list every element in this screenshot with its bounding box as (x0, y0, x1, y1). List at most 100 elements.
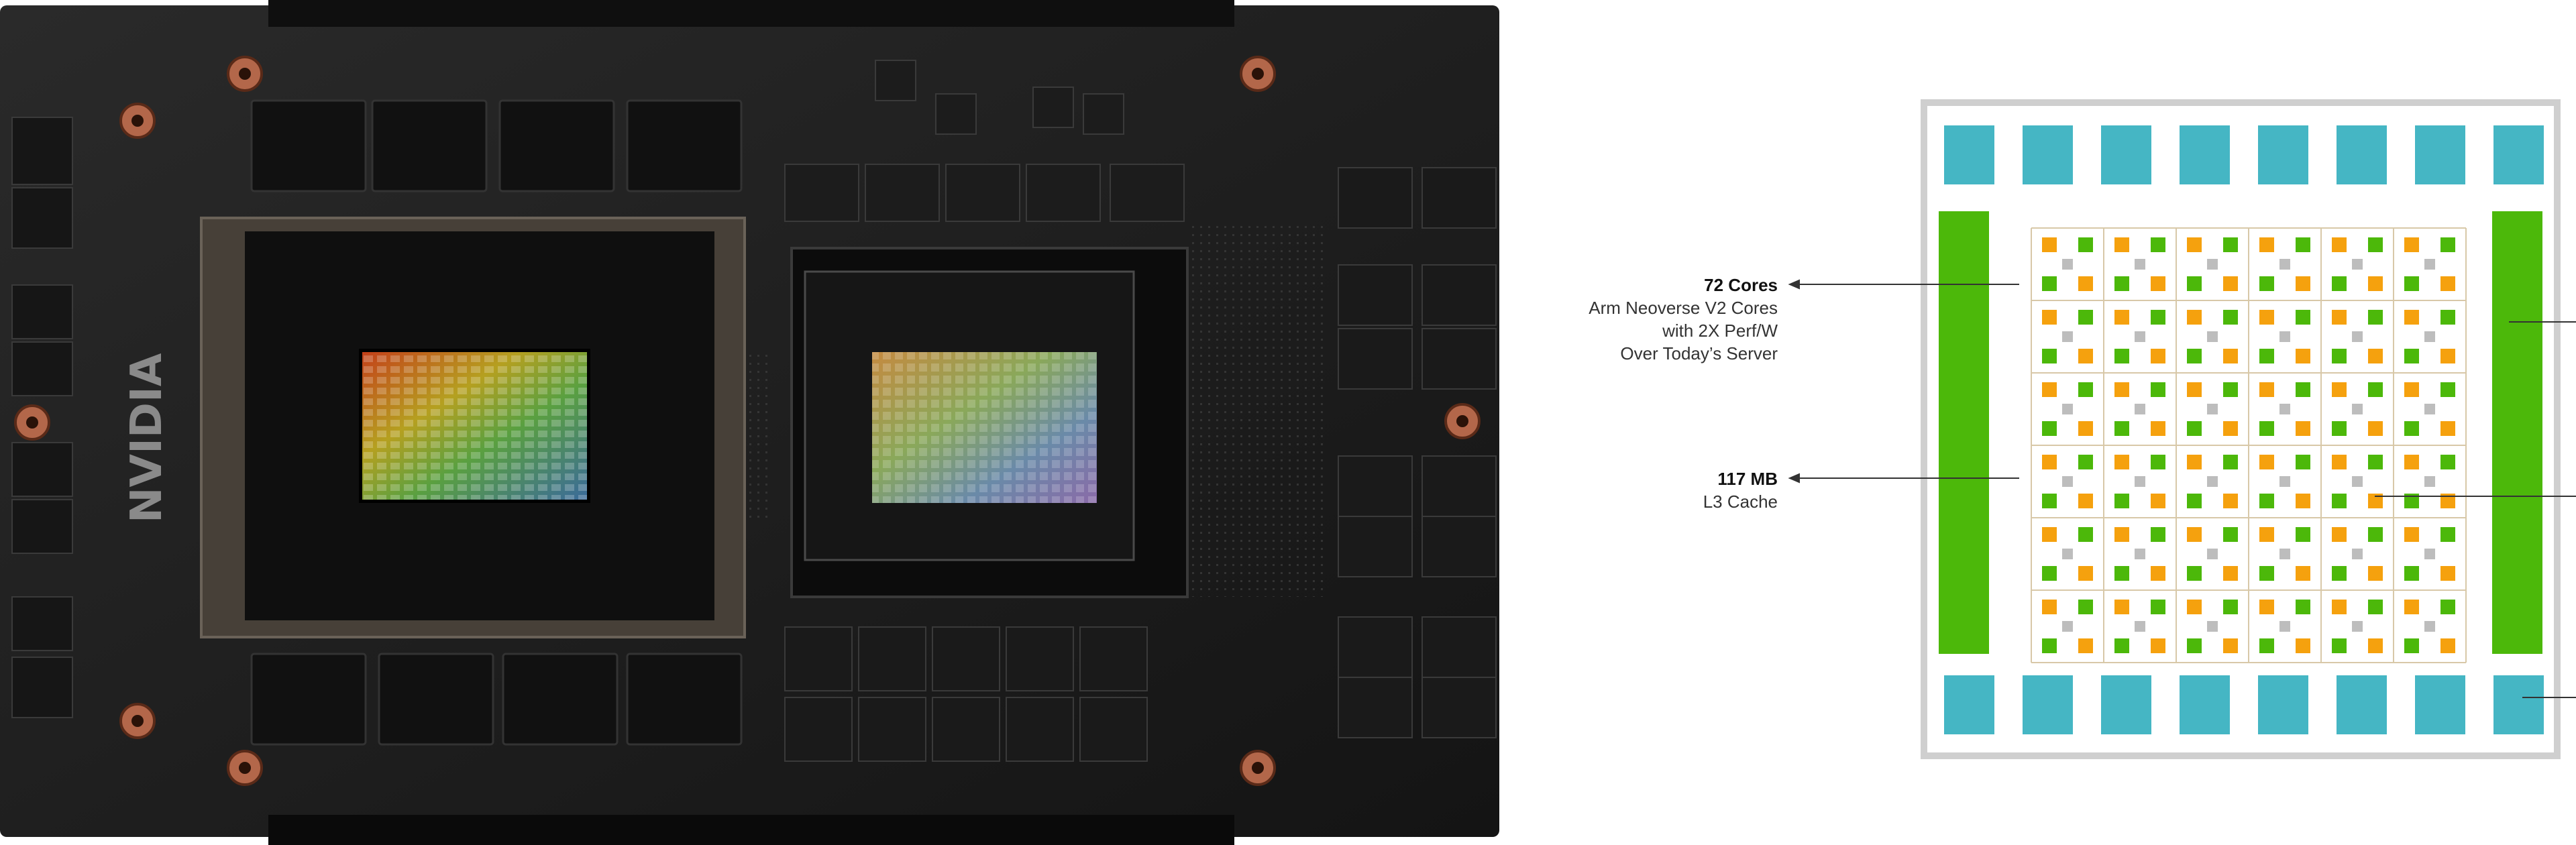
core-4-3-a (2259, 527, 2274, 542)
core-4-4-b (2368, 566, 2383, 581)
core-2-2-b (2223, 421, 2238, 436)
memory-block-bottom-8 (2493, 675, 2544, 734)
cache-slice-2-0-a (2078, 382, 2093, 397)
mesh-node-5-2 (2207, 621, 2218, 632)
core-1-2-b (2223, 349, 2238, 363)
mesh-node-3-3 (2279, 476, 2290, 487)
core-3-1-a (2114, 455, 2129, 469)
memory-block-bottom-6 (2337, 675, 2387, 734)
cache-slice-2-3-a (2296, 382, 2310, 397)
cache-slice-4-0-a (2078, 527, 2093, 542)
memory-block-top-1 (1944, 125, 1994, 184)
memory-block-top-8 (2493, 125, 2544, 184)
cache-slice-4-3-b (2259, 566, 2274, 581)
board-brand-text: NVIDIA (122, 353, 172, 523)
mesh-node-4-0 (2062, 549, 2073, 559)
core-4-0-a (2042, 527, 2057, 542)
core-0-4-a (2332, 237, 2347, 252)
memory-block-bottom-7 (2415, 675, 2465, 734)
mesh-node-4-3 (2279, 549, 2290, 559)
core-0-3-a (2259, 237, 2274, 252)
cache-slice-5-1-b (2114, 638, 2129, 653)
core-1-5-b (2440, 349, 2455, 363)
core-5-2-a (2187, 600, 2202, 614)
cache-slice-1-3-b (2259, 349, 2274, 363)
core-2-0-a (2042, 382, 2057, 397)
core-2-4-a (2332, 382, 2347, 397)
core-4-0-b (2078, 566, 2093, 581)
core-3-4-a (2332, 455, 2347, 469)
side-bar-right (2492, 211, 2542, 654)
memory-block-top-6 (2337, 125, 2387, 184)
cache-slice-4-2-a (2223, 527, 2238, 542)
mesh-node-1-1 (2135, 331, 2145, 342)
core-2-5-a (2404, 382, 2419, 397)
core-5-0-b (2078, 638, 2093, 653)
mesh-node-0-0 (2062, 259, 2073, 270)
core-2-2-a (2187, 382, 2202, 397)
cache-slice-5-0-b (2042, 638, 2057, 653)
mesh-node-0-2 (2207, 259, 2218, 270)
cache-slice-4-3-a (2296, 527, 2310, 542)
core-0-2-b (2223, 276, 2238, 291)
core-0-5-b (2440, 276, 2455, 291)
mesh-node-5-3 (2279, 621, 2290, 632)
mesh-node-2-3 (2279, 404, 2290, 414)
mesh-node-2-2 (2207, 404, 2218, 414)
core-0-4-b (2368, 276, 2383, 291)
cache-slice-1-1-b (2114, 349, 2129, 363)
callout-cache: 117 MB L3 Cache (1476, 467, 1778, 513)
memory-block-top-5 (2258, 125, 2308, 184)
cache-slice-3-5-a (2440, 455, 2455, 469)
core-5-4-a (2332, 600, 2347, 614)
cache-slice-1-2-a (2223, 310, 2238, 325)
cache-slice-0-4-b (2332, 276, 2347, 291)
core-2-1-a (2114, 382, 2129, 397)
callout-cores: 72 Cores Arm Neoverse V2 Cores with 2X P… (1476, 274, 1778, 365)
core-1-0-a (2042, 310, 2057, 325)
core-5-1-b (2151, 638, 2165, 653)
core-0-2-a (2187, 237, 2202, 252)
cores-desc-line-1: Arm Neoverse V2 Cores (1589, 298, 1778, 318)
cache-slice-2-1-a (2151, 382, 2165, 397)
mesh-node-4-4 (2352, 549, 2363, 559)
mesh-node-3-4 (2352, 476, 2363, 487)
board-logo: NVIDIA (122, 353, 172, 523)
core-1-3-b (2296, 349, 2310, 363)
cache-slice-1-1-a (2151, 310, 2165, 325)
cache-slice-4-5-b (2404, 566, 2419, 581)
mesh-node-3-1 (2135, 476, 2145, 487)
core-4-1-a (2114, 527, 2129, 542)
core-2-4-b (2368, 421, 2383, 436)
core-1-1-b (2151, 349, 2165, 363)
core-3-5-a (2404, 455, 2419, 469)
mesh-node-1-2 (2207, 331, 2218, 342)
core-2-0-b (2078, 421, 2093, 436)
mesh-node-1-4 (2352, 331, 2363, 342)
gpu-package (200, 217, 746, 638)
cache-slice-0-1-b (2114, 276, 2129, 291)
core-4-5-a (2404, 527, 2419, 542)
cache-slice-3-5-b (2404, 494, 2419, 508)
core-5-5-a (2404, 600, 2419, 614)
cache-slice-1-5-b (2404, 349, 2419, 363)
mesh-node-0-5 (2424, 259, 2435, 270)
memory-block-top-2 (2023, 125, 2073, 184)
cache-slice-0-3-a (2296, 237, 2310, 252)
core-1-5-a (2404, 310, 2419, 325)
cores-title: 72 Cores (1704, 275, 1778, 295)
cache-slice-3-4-a (2368, 455, 2383, 469)
mesh-node-5-5 (2424, 621, 2435, 632)
mesh-node-0-4 (2352, 259, 2363, 270)
cache-slice-0-4-a (2368, 237, 2383, 252)
core-3-3-a (2259, 455, 2274, 469)
core-4-1-b (2151, 566, 2165, 581)
mesh-node-2-0 (2062, 404, 2073, 414)
core-1-1-a (2114, 310, 2129, 325)
side-bar-left (1939, 211, 1989, 654)
cache-slice-2-3-b (2259, 421, 2274, 436)
cache-slice-2-4-b (2332, 421, 2347, 436)
cache-slice-3-0-a (2078, 455, 2093, 469)
mesh-node-5-0 (2062, 621, 2073, 632)
cache-slice-5-4-a (2368, 600, 2383, 614)
